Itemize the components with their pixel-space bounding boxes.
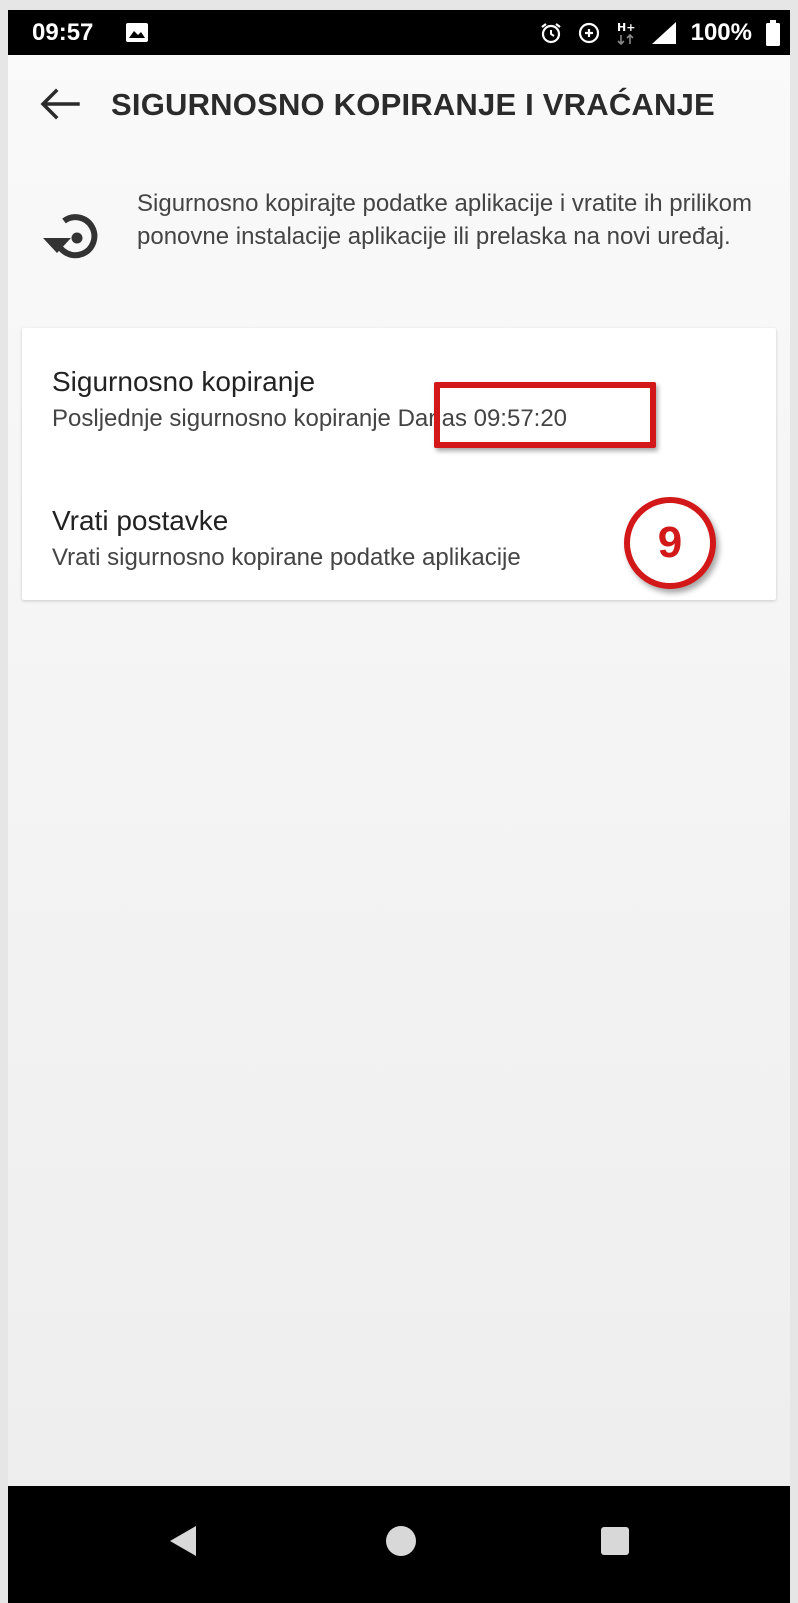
nav-home-icon[interactable] [386,1526,416,1556]
network-hplus-icon: H+ [615,20,637,46]
phone-screen: 09:57 H+ 100% SIGURNOSNO KOPIRANJE I VRA… [8,10,790,1603]
nav-back-icon[interactable] [168,1524,198,1563]
step-number-badge: 9 [624,497,716,589]
backup-last-label: Posljednje sigurnosno kopiranje [52,405,391,432]
status-icons: H+ 100% [539,10,780,55]
page-title: SIGURNOSNO KOPIRANJE I VRAĆANJE [111,87,715,122]
arrow-back-icon[interactable] [38,86,82,122]
svg-text:H+: H+ [617,21,635,34]
battery-icon [766,19,780,46]
battery-percent: 100% [690,18,752,46]
app-toolbar: SIGURNOSNO KOPIRANJE I VRAĆANJE [8,55,790,155]
status-bar: 09:57 H+ 100% [8,10,790,55]
highlight-annotation-box [434,382,656,448]
status-time: 09:57 [32,19,94,46]
signal-icon [651,21,677,45]
intro-description: Sigurnosno kopirajte podatke aplikacije … [137,190,752,250]
photo-icon [126,23,148,42]
navigation-bar [8,1486,790,1603]
alarm-icon [539,21,563,45]
nav-recents-icon[interactable] [601,1527,629,1555]
data-saver-icon [577,21,601,45]
restore-icon [40,205,106,271]
